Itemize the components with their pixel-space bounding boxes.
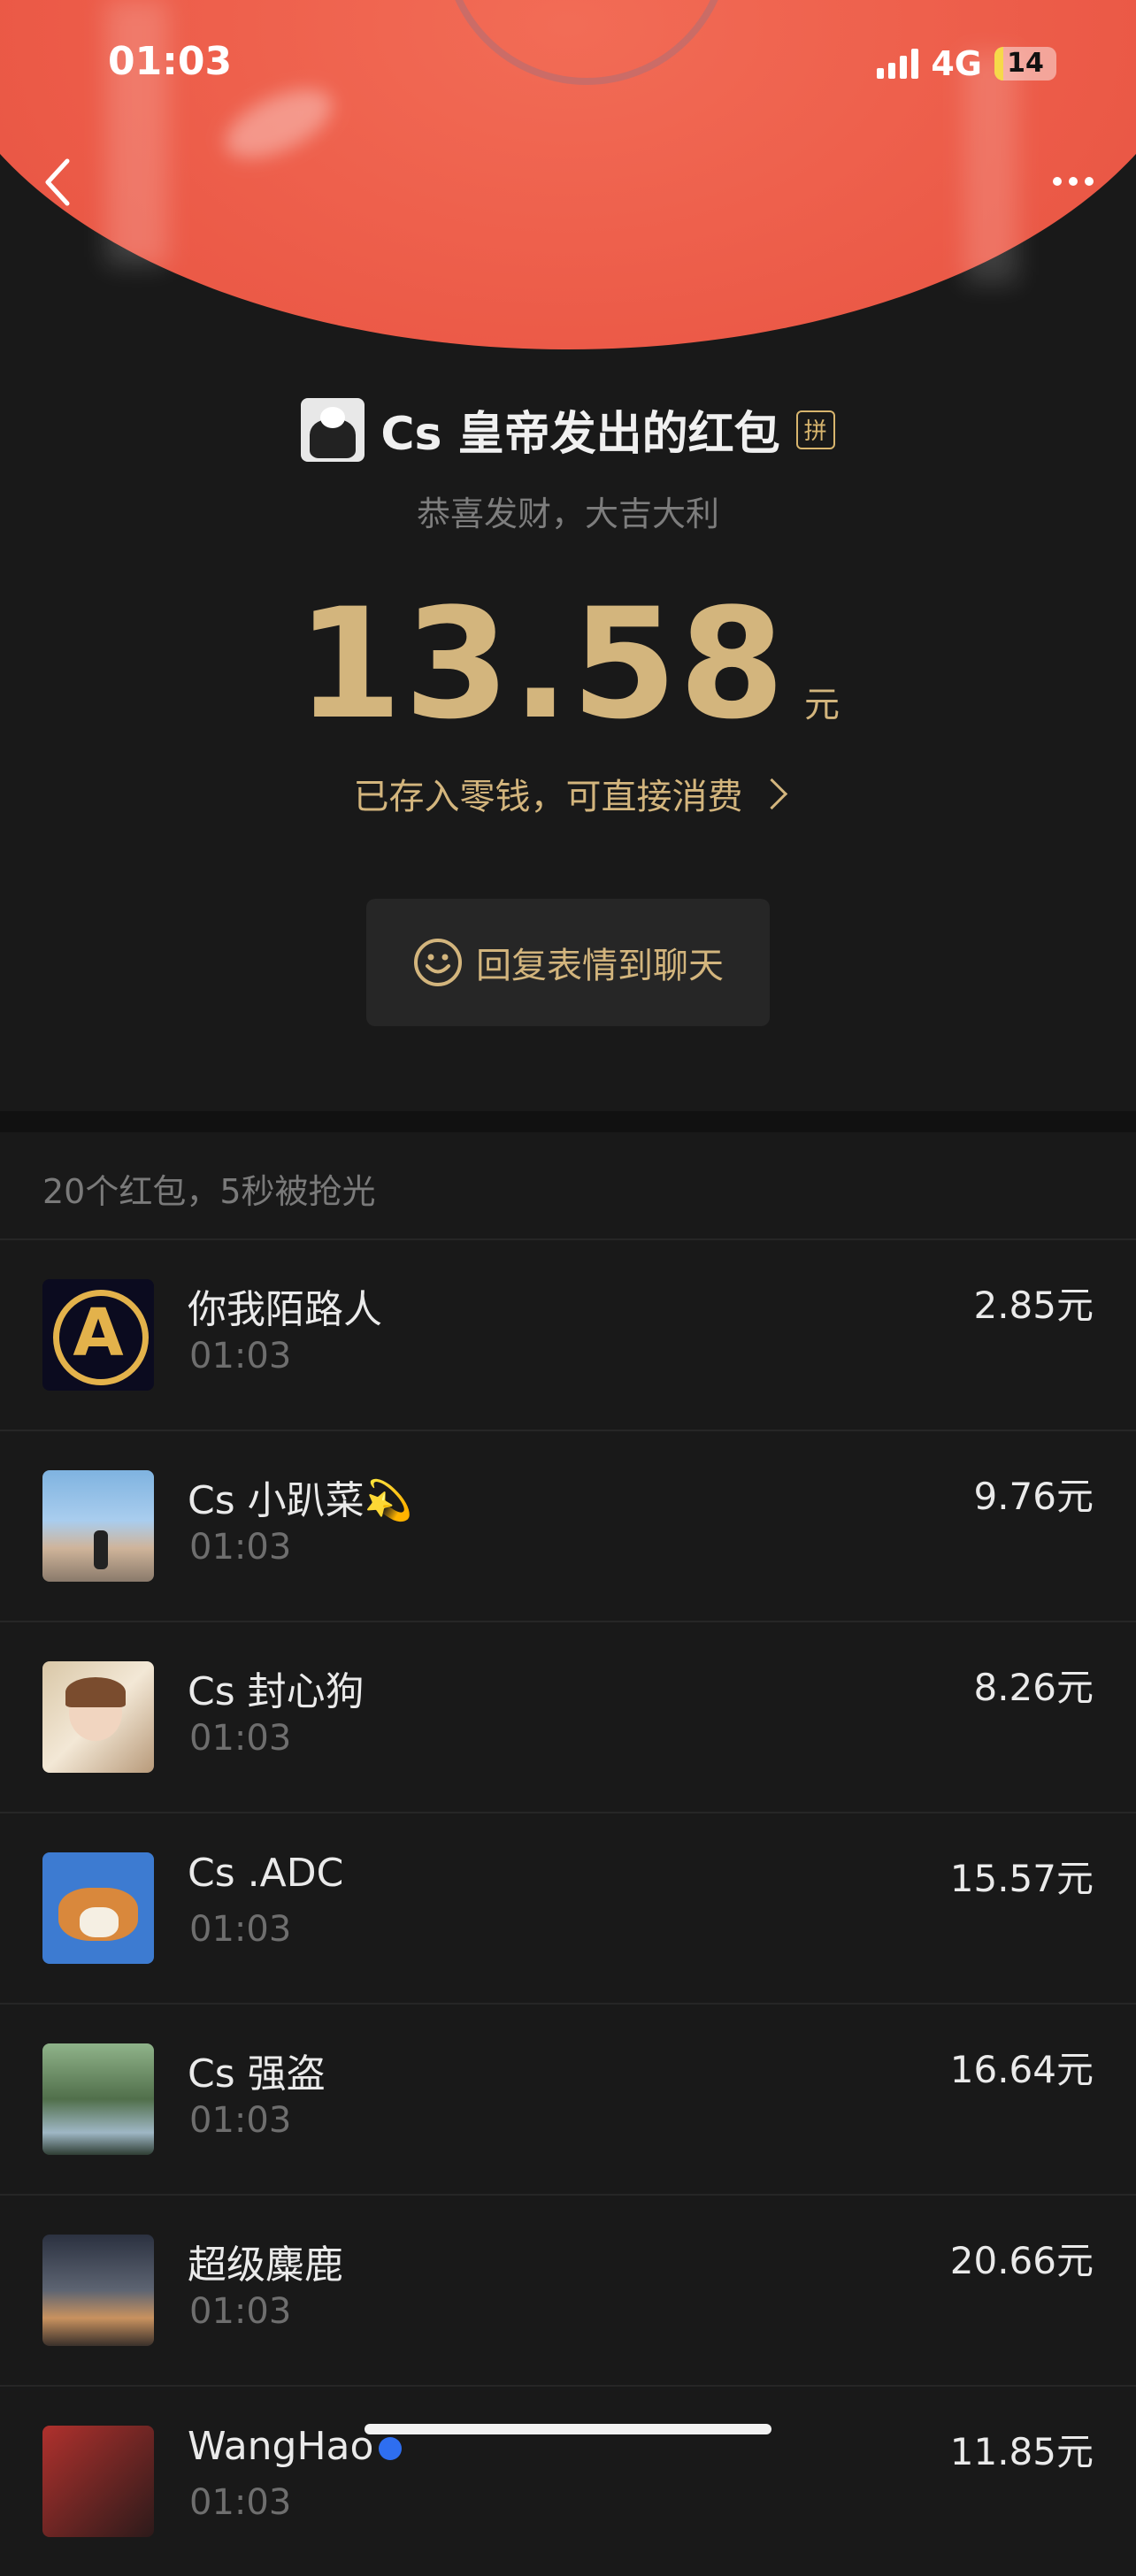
receive-amount: 11.85元	[949, 2430, 1094, 2473]
receive-amount: 8.26元	[973, 1666, 1094, 1709]
row-divider	[0, 2385, 1136, 2387]
list-item[interactable]: Cs 小趴菜💫 01:03 9.76元	[0, 1430, 1136, 1621]
packet-summary: 20个红包，5秒被抢光	[42, 1172, 376, 1211]
battery-icon: 14	[994, 47, 1056, 80]
avatar[interactable]	[42, 2235, 154, 2346]
network-type: 4G	[931, 44, 982, 83]
status-time: 01:03	[108, 39, 233, 84]
receive-time: 01:03	[189, 1336, 292, 1376]
avatar[interactable]	[42, 1279, 154, 1391]
reply-button-label: 回复表情到聊天	[476, 946, 724, 986]
row-divider	[0, 1621, 1136, 1622]
battery-level: 14	[1007, 48, 1044, 79]
blue-dot-icon	[379, 2437, 403, 2460]
received-amount: 13.58 元	[0, 575, 1136, 753]
cover-shine	[964, 53, 1017, 283]
chevron-left-icon[interactable]	[41, 156, 76, 209]
sender-row: Cs 皇帝发出的红包 拼	[0, 396, 1136, 463]
receive-time: 01:03	[189, 2482, 292, 2523]
receive-time: 01:03	[189, 1527, 292, 1568]
avatar[interactable]	[42, 1470, 154, 1582]
smile-icon	[414, 939, 462, 986]
row-divider	[0, 1430, 1136, 1431]
row-divider	[0, 1812, 1136, 1813]
red-packet-header: 01:03 4G 14	[0, 0, 1136, 354]
deposit-link[interactable]: 已存入零钱，可直接消费	[0, 768, 1136, 819]
list-item[interactable]: Cs 封心狗 01:03 8.26元	[0, 1621, 1136, 1812]
receive-amount: 2.85元	[973, 1284, 1094, 1327]
list-item[interactable]: Cs .ADC 01:03 15.57元	[0, 1812, 1136, 2003]
receiver-name: 超级麋鹿	[188, 2242, 343, 2288]
deposit-text: 已存入零钱，可直接消费	[353, 777, 743, 817]
amount-value: 13.58	[296, 575, 787, 753]
row-divider	[0, 1238, 1136, 1240]
receive-amount: 16.64元	[949, 2048, 1094, 2091]
receive-time: 01:03	[189, 1718, 292, 1759]
receiver-list: 你我陌路人 01:03 2.85元 Cs 小趴菜💫 01:03 9.76元 Cs…	[0, 1238, 1136, 2576]
status-icons: 4G 14	[877, 44, 1056, 83]
list-item[interactable]: WangHao 01:03 11.85元	[0, 2385, 1136, 2576]
chevron-right-icon	[756, 778, 787, 809]
sender-title: Cs 皇帝发出的红包	[380, 408, 780, 461]
receiver-name: 你我陌路人	[188, 1287, 382, 1332]
receive-amount: 9.76元	[973, 1475, 1094, 1518]
avatar[interactable]	[42, 2043, 154, 2155]
receive-amount: 15.57元	[949, 1857, 1094, 1900]
list-item[interactable]: Cs 强盗 01:03 16.64元	[0, 2003, 1136, 2194]
receive-time: 01:03	[189, 1909, 292, 1950]
receive-amount: 20.66元	[949, 2239, 1094, 2282]
receive-time: 01:03	[189, 2100, 292, 2141]
avatar[interactable]	[42, 1852, 154, 1964]
receiver-name: Cs 强盗	[188, 2051, 326, 2097]
receiver-name-text: WangHao	[188, 2424, 374, 2469]
row-divider	[0, 2194, 1136, 2196]
receiver-name: Cs 小趴菜💫	[188, 1478, 413, 1523]
avatar[interactable]	[42, 1661, 154, 1773]
row-divider	[0, 2003, 1136, 2005]
amount-unit: 元	[804, 685, 840, 725]
signal-icon	[877, 49, 919, 79]
sender-avatar[interactable]	[301, 397, 365, 462]
avatar[interactable]	[42, 2426, 154, 2537]
pin-badge: 拼	[795, 410, 835, 449]
list-item[interactable]: 超级麋鹿 01:03 20.66元	[0, 2194, 1136, 2385]
receiver-name: Cs 封心狗	[188, 1669, 365, 1714]
section-divider	[0, 1111, 1136, 1132]
wish-text: 恭喜发财，大吉大利	[416, 494, 719, 533]
list-item[interactable]: 你我陌路人 01:03 2.85元	[0, 1238, 1136, 1430]
home-indicator[interactable]	[365, 2424, 771, 2434]
reply-sticker-button[interactable]: 回复表情到聊天	[366, 899, 770, 1026]
receiver-name: Cs .ADC	[188, 1851, 344, 1896]
ellipsis-icon[interactable]	[1053, 177, 1094, 186]
receive-time: 01:03	[189, 2291, 292, 2332]
